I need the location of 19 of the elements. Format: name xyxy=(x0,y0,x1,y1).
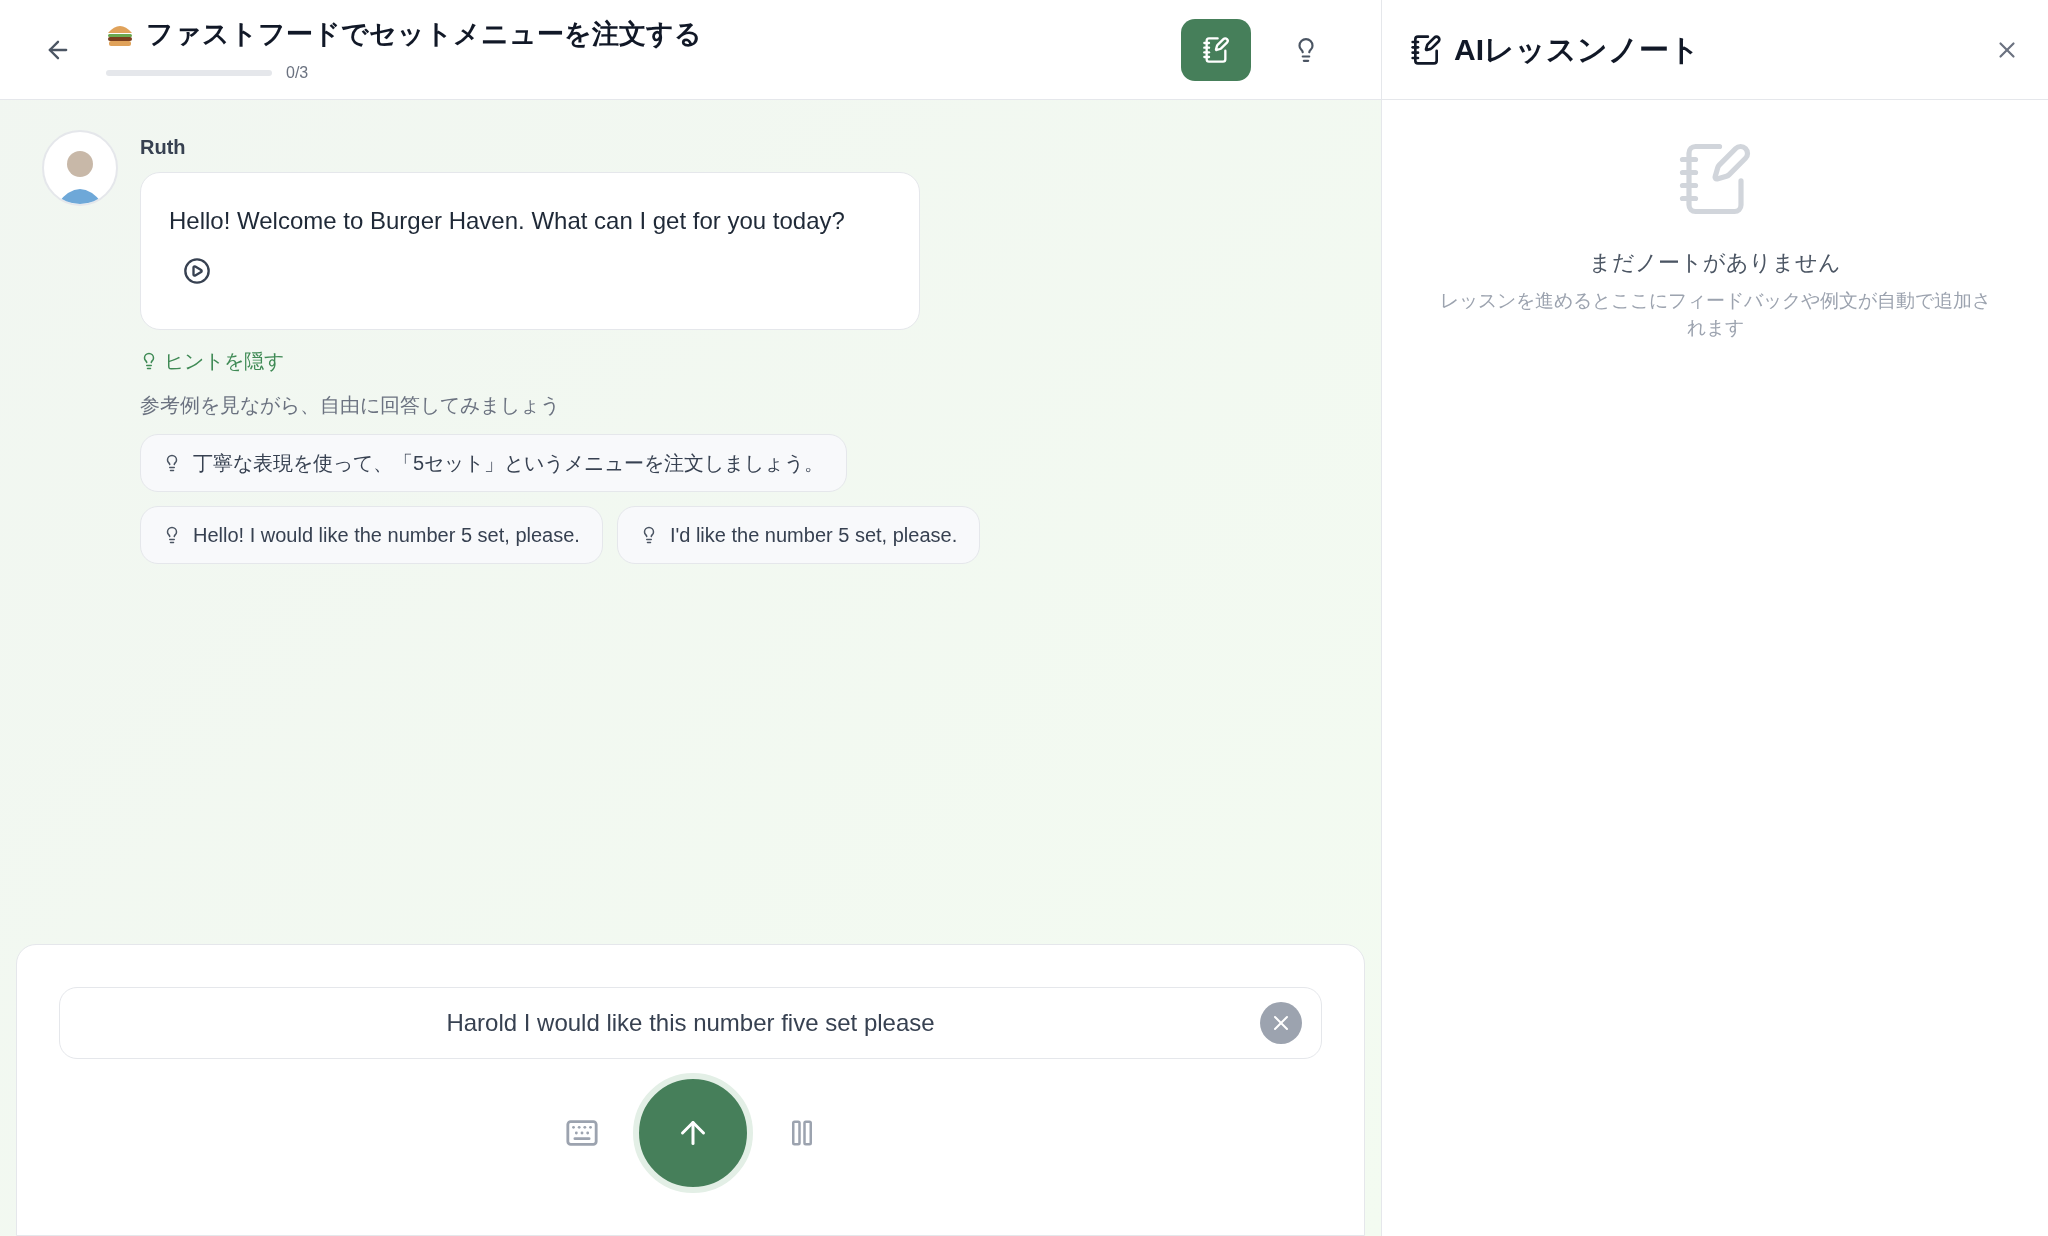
answer-field[interactable]: Harold I would like this number five set please xyxy=(59,987,1322,1059)
notebook-icon xyxy=(1202,35,1230,64)
hint-instruction: 参考例を見ながら、自由に回答してみましょう xyxy=(140,393,560,418)
hint-chip[interactable]: Hello! I would like the number 5 set, please. xyxy=(140,506,603,564)
empty-title: まだノートがありません xyxy=(1589,249,1841,277)
notebook-icon xyxy=(1410,33,1442,66)
speaker-name: Ruth xyxy=(140,135,186,160)
play-icon xyxy=(183,257,211,285)
hint-chip[interactable]: I'd like the number 5 set, please. xyxy=(616,506,981,564)
panel-title: AIレッスンノート xyxy=(1454,32,1700,68)
empty-description: レッスンを進めるとここにフィードバックや例文が自動で追加されます xyxy=(1438,289,1992,340)
message-text: Hello! Welcome to Burger Haven. What can I get for you today? xyxy=(169,206,846,236)
hide-hints-link[interactable]: ヒントを隠す xyxy=(140,346,284,376)
hint-chip[interactable]: 丁寧な表現を使って、「5セット」というメニューを注文しましょう。 xyxy=(140,434,848,492)
clear-button[interactable] xyxy=(1260,1002,1302,1044)
notes-button[interactable] xyxy=(1181,18,1251,81)
play-audio-button[interactable] xyxy=(183,257,211,285)
lesson-title: ファストフードでセットメニューを注文する xyxy=(146,18,702,52)
progress-count: 0/3 xyxy=(286,62,309,83)
